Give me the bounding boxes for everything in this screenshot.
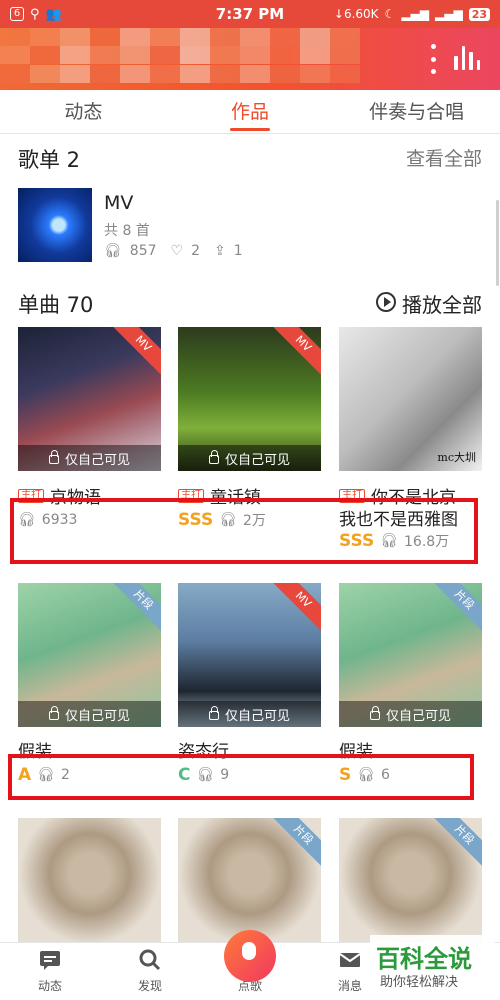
private-label: 仅自己可见	[178, 701, 321, 727]
playlist-title[interactable]: MV	[104, 192, 133, 214]
highlight-box	[10, 498, 478, 564]
share-icon: ⇪	[214, 243, 226, 259]
tab-works[interactable]: 作品	[167, 90, 334, 133]
private-label: 仅自己可见	[18, 701, 161, 727]
status-bar: 6 ⚲ 👥 7:37 PM ↓6.60K ☾ ▂▄▆ ▂▄▆ 23	[0, 0, 500, 28]
watermark-logo: 百科全说 助你轻松解决	[370, 935, 495, 997]
lock-icon	[208, 706, 219, 720]
song-card-4[interactable]: 片段 仅自己可见	[18, 583, 161, 727]
heart-icon: ♡	[170, 243, 184, 259]
nav-moments[interactable]: 动态	[0, 943, 100, 1000]
lock-icon	[369, 706, 380, 720]
highlight-box	[8, 754, 474, 800]
headphones-icon: 🎧︎	[104, 243, 122, 259]
microphone-icon[interactable]	[224, 930, 276, 982]
private-label: 仅自己可见	[339, 701, 482, 727]
signal-icon: ▂▄▆	[401, 7, 429, 21]
playlist-stats: 🎧︎ 857 ♡ 2 ⇪ 1	[104, 243, 243, 259]
profile-tabs: 动态 作品 伴奏与合唱	[0, 90, 500, 134]
playlists-heading: 歌单 2	[18, 148, 81, 172]
private-label: 仅自己可见	[18, 445, 161, 471]
lock-icon	[48, 706, 59, 720]
song-card-9[interactable]: 片段	[339, 818, 482, 942]
profile-header	[0, 28, 500, 90]
song-card-8[interactable]: 片段	[178, 818, 321, 942]
tab-accompaniment-duet[interactable]: 伴奏与合唱	[333, 90, 500, 133]
playlist-likes: 2	[191, 243, 200, 259]
song-card-1[interactable]: MV 仅自己可见	[18, 327, 161, 471]
song-card-5[interactable]: MV 仅自己可见	[178, 583, 321, 727]
wifi-icon: ▂▄▆	[435, 7, 463, 21]
song-card-7[interactable]	[18, 818, 161, 942]
lock-icon	[48, 450, 59, 464]
playlist-cover[interactable]	[18, 188, 92, 262]
network-speed: ↓6.60K	[333, 7, 379, 21]
song-card-2[interactable]: MV 仅自己可见	[178, 327, 321, 471]
playlist-count: 共 8 首	[104, 223, 150, 239]
private-label: 仅自己可见	[178, 445, 321, 471]
song-cover-7	[18, 818, 161, 942]
play-all-button[interactable]: 播放全部	[402, 289, 482, 318]
mail-icon	[339, 953, 361, 967]
see-all-link[interactable]: 查看全部	[406, 144, 482, 171]
playlist-listens: 857	[129, 243, 157, 259]
cover-caption: mc大圳	[437, 451, 476, 464]
song-card-3[interactable]: mc大圳	[339, 327, 482, 471]
singles-heading: 单曲 70	[18, 293, 94, 317]
playlist-shares: 1	[233, 243, 243, 259]
song-card-6[interactable]: 片段 仅自己可见	[339, 583, 482, 727]
tab-moments[interactable]: 动态	[0, 90, 167, 133]
moon-icon: ☾	[384, 7, 396, 21]
now-playing-icon[interactable]	[454, 46, 480, 70]
scrollbar[interactable]	[496, 200, 499, 286]
search-icon	[139, 949, 161, 971]
nav-discover[interactable]: 发现	[100, 943, 200, 1000]
more-menu-icon[interactable]	[430, 44, 436, 74]
battery-icon: 23	[468, 7, 490, 21]
blurred-profile-banner	[0, 28, 370, 83]
lock-icon	[208, 450, 219, 464]
play-circle-icon[interactable]	[376, 292, 396, 312]
chat-icon	[40, 951, 60, 970]
